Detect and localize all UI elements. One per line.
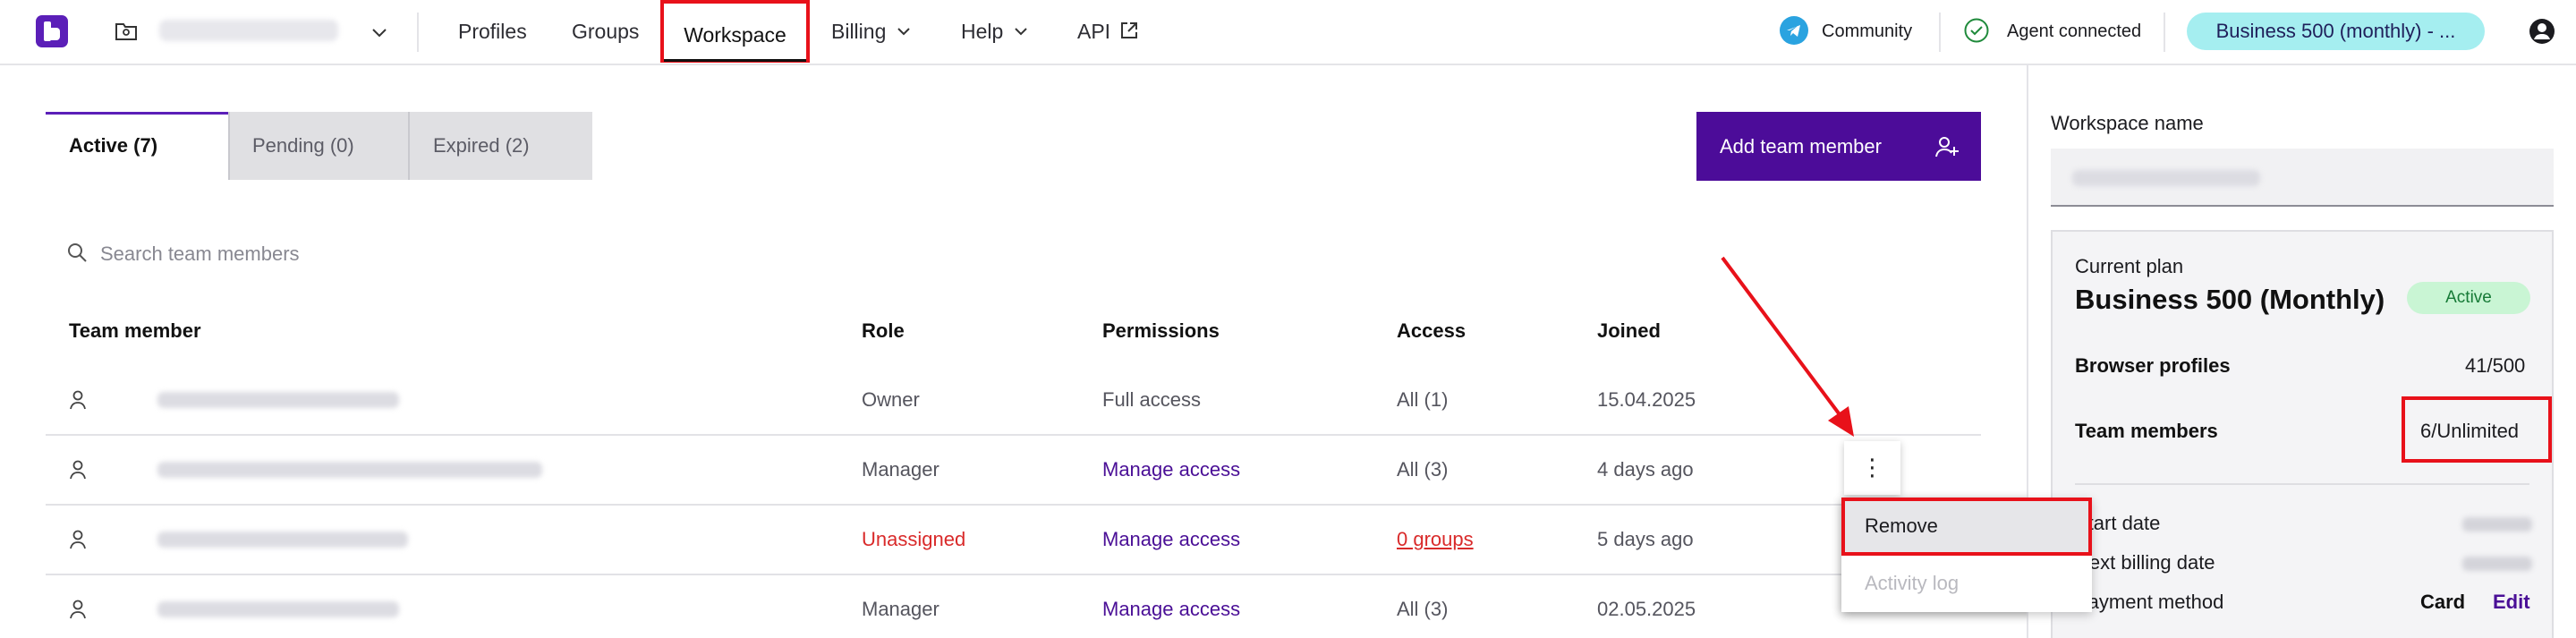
next-billing-label: Next billing date [2075, 551, 2215, 574]
folder-icon[interactable] [115, 21, 138, 41]
highlight-box [1841, 498, 2092, 556]
divider [417, 13, 419, 52]
column-header-permissions: Permissions [1102, 319, 1220, 342]
add-user-icon [1935, 137, 1959, 157]
add-team-member-button[interactable]: Add team member [1696, 112, 1981, 181]
account-email-redacted[interactable] [159, 20, 338, 41]
current-plan-label: Current plan [2075, 255, 2184, 277]
team-members-label: Team members [2075, 420, 2218, 442]
plan-pill-button[interactable]: Business 500 (monthly) - ... [2187, 13, 2485, 50]
divider [228, 112, 230, 180]
search-input[interactable] [100, 236, 727, 272]
next-billing-redacted [2462, 557, 2532, 571]
table-row[interactable]: Manager Manage access All (3) 4 days ago [46, 436, 1981, 506]
member-access: All (3) [1397, 458, 1449, 481]
person-icon [70, 460, 86, 480]
divider [2075, 483, 2529, 485]
add-team-member-label: Add team member [1720, 135, 1882, 157]
chevron-down-icon[interactable] [369, 21, 390, 43]
member-joined: 15.04.2025 [1597, 388, 1696, 411]
person-icon [70, 390, 86, 410]
member-joined: 02.05.2025 [1597, 598, 1696, 620]
nav-api-label: API [1077, 20, 1111, 43]
check-circle-icon [1964, 18, 1989, 43]
groups-access-link[interactable]: 0 groups [1397, 506, 1474, 574]
annotation-arrow [1721, 256, 1854, 437]
nav-help-label: Help [961, 20, 1004, 43]
table-row[interactable]: Owner Full access All (1) 15.04.2025 [46, 366, 1981, 436]
member-permissions: Full access [1102, 388, 1202, 411]
plan-name: Business 500 (Monthly) [2075, 284, 2385, 315]
table-row[interactable]: Manager Manage access All (3) 02.05.2025 [46, 575, 1981, 638]
column-header-joined: Joined [1597, 319, 1661, 342]
manage-access-link[interactable]: Manage access [1102, 575, 1240, 638]
browser-profiles-value: 41/500 [2465, 354, 2526, 377]
member-joined: 4 days ago [1597, 458, 1694, 481]
member-email-redacted [157, 392, 399, 408]
external-link-icon [1121, 22, 1138, 38]
member-role: Manager [862, 598, 939, 620]
member-email-redacted [157, 462, 542, 478]
activity-log-menu-item: Activity log [1865, 572, 1960, 594]
person-icon [70, 600, 86, 619]
member-joined: 5 days ago [1597, 528, 1694, 550]
column-header-team-member: Team member [69, 319, 201, 342]
divider [2164, 13, 2165, 52]
top-navigation: Profiles Groups Workspace Billing Help A… [0, 0, 2576, 65]
tab-pending[interactable]: Pending (0) [229, 112, 408, 180]
status-badge: Active [2407, 282, 2530, 314]
member-role: Manager [862, 458, 939, 481]
payment-method-label: Payment method [2075, 591, 2224, 613]
member-access: All (3) [1397, 598, 1449, 620]
agent-status: Agent connected [2007, 21, 2142, 41]
tab-expired[interactable]: Expired (2) [410, 112, 592, 180]
manage-access-link[interactable]: Manage access [1102, 436, 1240, 504]
member-access: All (1) [1397, 388, 1449, 411]
nav-billing[interactable]: Billing [831, 0, 913, 63]
manage-access-link[interactable]: Manage access [1102, 506, 1240, 574]
tab-active[interactable]: Active (7) [46, 112, 228, 180]
chevron-down-icon [1015, 28, 1028, 36]
edit-payment-link[interactable]: Edit [2493, 591, 2530, 614]
member-email-redacted [157, 532, 408, 548]
payment-method-value: Card [2420, 591, 2466, 613]
start-date-redacted [2462, 517, 2532, 532]
divider [408, 112, 410, 180]
app-logo[interactable] [36, 15, 68, 47]
nav-profiles[interactable]: Profiles [458, 0, 527, 63]
workspace-name-field[interactable] [2051, 149, 2554, 207]
search-icon [68, 243, 87, 262]
highlight-box [2402, 396, 2552, 463]
nav-workspace[interactable]: Workspace [660, 0, 810, 63]
nav-help[interactable]: Help [961, 0, 1030, 63]
member-role: Unassigned [862, 528, 966, 550]
member-role: Owner [862, 388, 920, 411]
telegram-icon[interactable] [1780, 16, 1808, 45]
member-email-redacted [157, 601, 399, 617]
user-account-icon[interactable] [2528, 17, 2556, 46]
column-header-access: Access [1397, 319, 1467, 342]
browser-profiles-label: Browser profiles [2075, 354, 2231, 377]
nav-billing-label: Billing [831, 20, 887, 43]
person-icon [70, 530, 86, 549]
active-nav-underline [664, 59, 806, 62]
nav-api[interactable]: API [1077, 0, 1139, 63]
column-header-role: Role [862, 319, 905, 342]
community-link[interactable]: Community [1822, 0, 1912, 63]
divider [1939, 13, 1941, 52]
chevron-down-icon [897, 28, 911, 36]
workspace-name-label: Workspace name [2051, 112, 2204, 134]
table-row[interactable]: Unassigned Manage access 0 groups 5 days… [46, 506, 1981, 575]
nav-groups[interactable]: Groups [572, 0, 639, 63]
workspace-name-redacted [2072, 170, 2260, 186]
